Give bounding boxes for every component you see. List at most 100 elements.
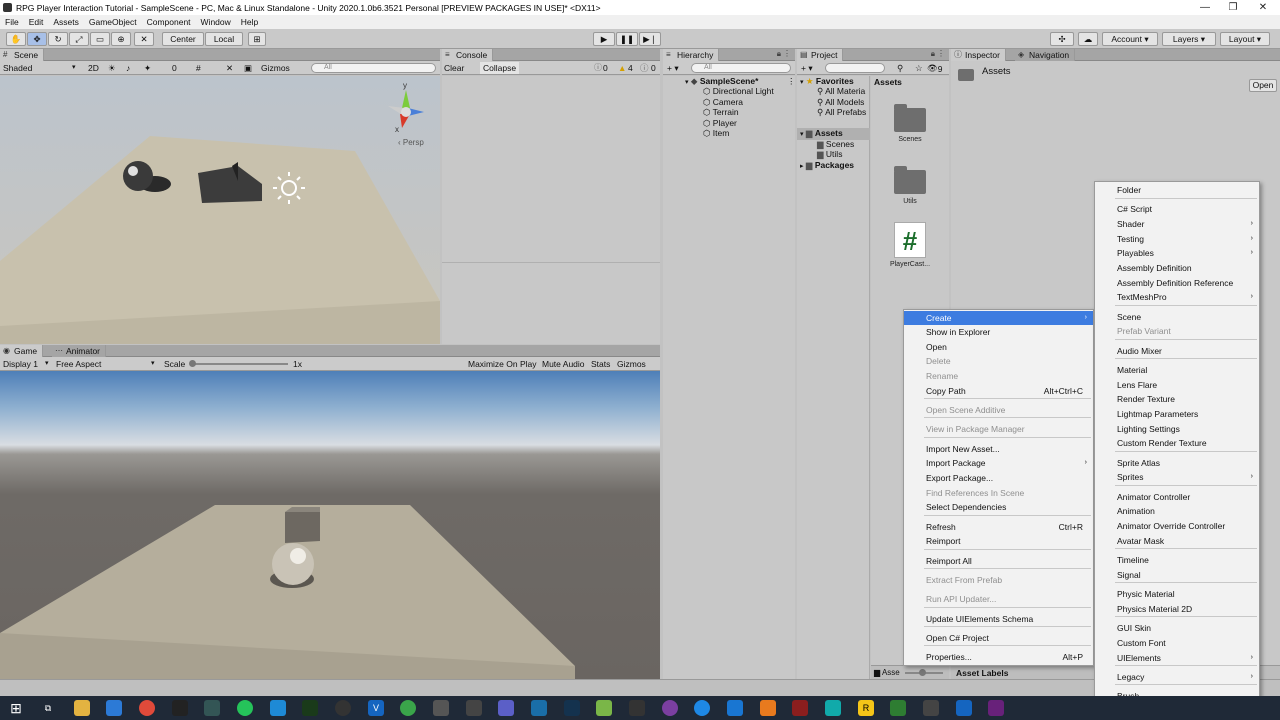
scene-search-input[interactable]: All [311,63,436,73]
pause-button[interactable]: ❚❚ [616,32,638,46]
teams-icon[interactable] [498,700,514,716]
icon-size-handle[interactable] [919,669,926,676]
menu-item[interactable]: Lighting Settings [1095,422,1259,436]
unity-hub-icon[interactable] [466,700,482,716]
menu-item[interactable]: Open [904,340,1093,354]
app-green-icon[interactable] [400,700,416,716]
menu-item[interactable]: Create › [904,311,1093,325]
asset-tile-scenes[interactable]: Scenes [885,104,935,143]
camera-icon[interactable]: ▣ [244,62,252,74]
menu-item[interactable]: Import New Asset... [904,442,1093,456]
photoshop-icon[interactable] [564,700,580,716]
aspect-dropdown[interactable]: Free Aspect [56,358,101,370]
app-purple-icon[interactable] [662,700,678,716]
menu-item[interactable]: Animator Override Controller [1095,519,1259,533]
app-folder-icon[interactable] [956,700,972,716]
teamviewer-icon[interactable] [270,700,286,716]
step-button[interactable]: ▶❘ [639,32,661,46]
minimize-button[interactable]: — [1190,0,1220,15]
asset-subfolder-item[interactable]: ▆ Scenes [817,139,854,149]
game-viewport[interactable] [0,371,660,679]
game-gizmos-dropdown[interactable]: Gizmos [617,358,646,370]
menu-item[interactable]: Open C# Project [904,631,1093,645]
menu-file[interactable]: File [0,17,24,27]
menu-item[interactable]: Reimport All [904,554,1093,568]
visual-studio-code-icon[interactable]: V [368,700,384,716]
scene-kebab-icon[interactable]: ⋮ [787,76,796,86]
project-breadcrumb[interactable]: Assets [874,77,902,87]
menu-item[interactable]: Timeline [1095,553,1259,567]
tab-navigation[interactable]: ◈ Navigation [1015,49,1076,61]
menu-component[interactable]: Component [142,17,196,27]
menu-item[interactable]: Physic Material [1095,587,1259,601]
app-v-icon[interactable] [890,700,906,716]
tab-project[interactable]: ▤ Project [797,49,844,61]
collab-icon[interactable]: ✣ [1050,32,1074,46]
layers-dropdown[interactable]: Layers ▾ [1162,32,1216,46]
obs-icon[interactable] [335,700,351,716]
audio-icon[interactable]: ♪ [126,62,130,74]
maximize-on-play-toggle[interactable]: Maximize On Play [468,358,537,370]
menu-item[interactable]: Refresh Ctrl+R [904,520,1093,534]
cloud-icon[interactable]: ☁ [1078,32,1098,46]
mode-2d-toggle[interactable]: 2D [88,62,99,74]
menu-item[interactable]: Lightmap Parameters [1095,407,1259,421]
menu-item[interactable]: Assembly Definition Reference [1095,276,1259,290]
menu-item[interactable]: Custom Render Texture [1095,436,1259,450]
task-view-icon[interactable]: ⧉ [40,700,56,716]
display-dropdown[interactable]: Display 1 [3,358,38,370]
favorite-item[interactable]: ⚲ All Prefabs [817,107,866,117]
menu-item[interactable]: Animator Controller [1095,490,1259,504]
console-log-area[interactable] [442,76,660,344]
menu-window[interactable]: Window [196,17,236,27]
orientation-gizmo-icon[interactable] [388,90,424,128]
hidden-packages-count[interactable]: 👁︎ 9 [927,62,943,74]
menu-item[interactable]: Animation [1095,504,1259,518]
filter-type-icon[interactable]: ⚲ [897,62,903,74]
hierarchy-item[interactable]: ⬡ Camera [703,97,743,107]
menu-item[interactable]: Folder [1095,183,1259,197]
menu-gameobject[interactable]: GameObject [84,17,142,27]
file-explorer-icon[interactable] [74,700,90,716]
menu-edit[interactable]: Edit [24,17,49,27]
gizmos-dropdown[interactable]: Gizmos [261,62,290,74]
warning-icon[interactable]: ▲ [618,62,626,74]
menu-item[interactable]: Custom Font [1095,636,1259,650]
menu-item[interactable]: Physics Material 2D [1095,602,1259,616]
account-dropdown[interactable]: Account ▾ [1102,32,1158,46]
menu-item[interactable]: Render Texture [1095,392,1259,406]
blender-icon[interactable] [760,700,776,716]
menu-item[interactable]: Shader › [1095,217,1259,231]
tab-scene[interactable]: # Scene [0,49,45,61]
hierarchy-search-input[interactable]: All [691,63,791,73]
unity-editor-icon[interactable] [923,700,939,716]
menu-item[interactable]: Select Dependencies [904,500,1093,514]
project-search-input[interactable] [825,63,885,73]
log-icon[interactable]: ⓘ [640,62,649,74]
app-r-icon[interactable]: R [858,700,874,716]
project-lock-icon[interactable]: 🔒︎ [931,49,935,59]
lock-icon[interactable]: 🔒︎ [777,49,781,59]
pivot-center-button[interactable]: Center [162,32,204,46]
tab-console[interactable]: ≡ Console [442,49,494,61]
app-red-icon[interactable] [792,700,808,716]
scene-viewport[interactable]: y x ‹ Persp [0,76,440,344]
scale-tool-icon[interactable]: ⤢ [69,32,89,46]
menu-help[interactable]: Help [236,17,263,27]
menu-item[interactable]: Signal [1095,568,1259,582]
persp-label[interactable]: ‹ Persp [398,138,424,147]
menu-item[interactable]: GUI Skin [1095,621,1259,635]
favorite-star-icon[interactable]: ☆ [915,62,923,74]
menu-item[interactable]: TextMeshPro › [1095,290,1259,304]
menu-item[interactable]: Update UIElements Schema [904,612,1093,626]
project-kebab-icon[interactable]: ⋮ [937,49,945,58]
app-dark-icon[interactable] [629,700,645,716]
steam-icon[interactable] [172,700,188,716]
menu-item[interactable]: Playables › [1095,246,1259,260]
kebab-menu-icon[interactable]: ⋮ [783,49,791,58]
menu-item[interactable]: Import Package › [904,456,1093,470]
hierarchy-item[interactable]: ⬡ Terrain [703,107,739,117]
menu-assets[interactable]: Assets [48,17,84,27]
inspector-open-button[interactable]: Open [1249,79,1277,92]
layout-dropdown[interactable]: Layout ▾ [1220,32,1270,46]
